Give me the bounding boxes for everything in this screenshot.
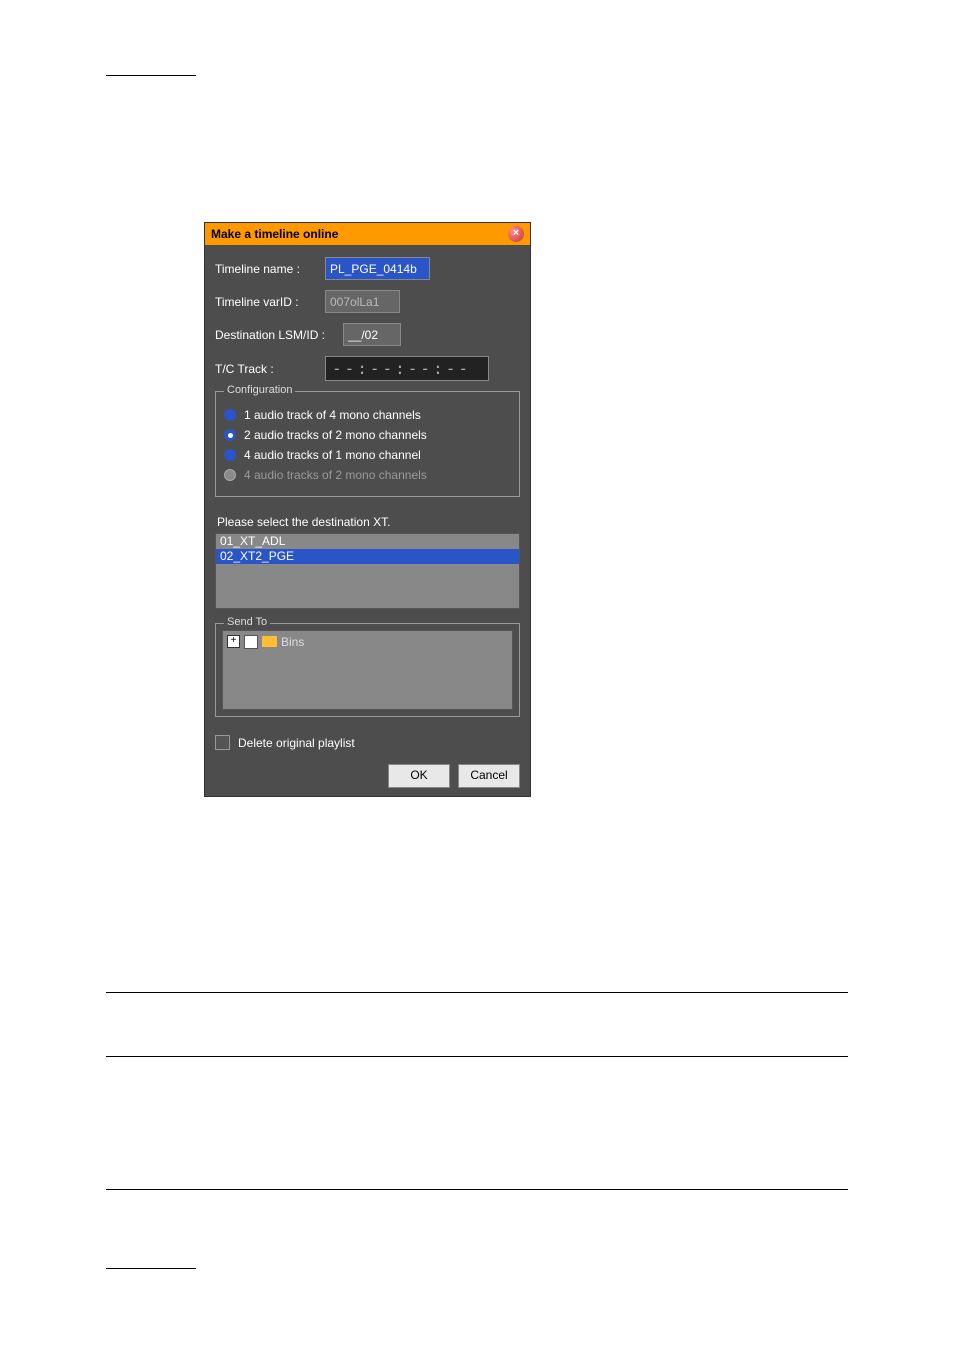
destination-item-0[interactable]: 01_XT_ADL — [216, 534, 519, 549]
tree-checkbox[interactable] — [244, 635, 258, 649]
configuration-legend: Configuration — [224, 384, 295, 396]
config-option-label: 2 audio tracks of 2 mono channels — [244, 428, 427, 442]
dialog-button-row: OK Cancel — [215, 764, 520, 788]
destination-lsmid-label: Destination LSM/ID : — [215, 328, 343, 342]
field-destination-lsmid: Destination LSM/ID : — [215, 323, 520, 346]
destination-instruction: Please select the destination XT. — [217, 515, 520, 529]
delete-original-row[interactable]: Delete original playlist — [215, 735, 520, 750]
make-timeline-online-dialog: Make a timeline online × Timeline name :… — [204, 222, 531, 797]
destination-item-1[interactable]: 02_XT2_PGE — [216, 549, 519, 564]
page-rule-bottom — [106, 1268, 196, 1269]
config-option-3: 4 audio tracks of 2 mono channels — [224, 468, 511, 482]
dialog-titlebar: Make a timeline online × — [205, 223, 530, 245]
radio-icon — [224, 449, 236, 461]
delete-original-label: Delete original playlist — [238, 736, 355, 750]
destination-list[interactable]: 01_XT_ADL 02_XT2_PGE — [215, 533, 520, 609]
config-option-label: 4 audio tracks of 2 mono channels — [244, 468, 427, 482]
timeline-varid-label: Timeline varID : — [215, 295, 325, 309]
page-rule-1 — [106, 992, 848, 993]
page-rule-2 — [106, 1056, 848, 1057]
send-to-legend: Send To — [224, 616, 270, 628]
dialog-title: Make a timeline online — [211, 223, 338, 245]
field-timeline-name: Timeline name : — [215, 257, 520, 280]
timeline-varid-input[interactable] — [325, 290, 400, 313]
config-option-1[interactable]: 2 audio tracks of 2 mono channels — [224, 428, 511, 442]
tree-expand-icon[interactable]: + — [227, 635, 240, 648]
close-icon[interactable]: × — [508, 226, 524, 242]
page-rule-3 — [106, 1189, 848, 1190]
radio-icon — [224, 429, 236, 441]
field-timeline-varid: Timeline varID : — [215, 290, 520, 313]
radio-icon — [224, 469, 236, 481]
send-to-tree[interactable]: + Bins — [222, 630, 513, 710]
tc-track-input[interactable] — [325, 356, 489, 381]
field-tc-track: T/C Track : — [215, 356, 520, 381]
folder-icon — [262, 636, 277, 647]
timeline-name-label: Timeline name : — [215, 262, 325, 276]
send-to-group: Send To + Bins — [215, 623, 520, 717]
cancel-button[interactable]: Cancel — [458, 764, 520, 788]
radio-icon — [224, 409, 236, 421]
config-option-0[interactable]: 1 audio track of 4 mono channels — [224, 408, 511, 422]
page-rule-top — [106, 75, 196, 76]
configuration-group: Configuration 1 audio track of 4 mono ch… — [215, 391, 520, 497]
config-option-label: 1 audio track of 4 mono channels — [244, 408, 421, 422]
ok-button[interactable]: OK — [388, 764, 450, 788]
dialog-body: Timeline name : Timeline varID : Destina… — [205, 245, 530, 796]
delete-original-checkbox[interactable] — [215, 735, 230, 750]
tc-track-label: T/C Track : — [215, 362, 325, 376]
destination-lsmid-input[interactable] — [343, 323, 401, 346]
config-option-label: 4 audio tracks of 1 mono channel — [244, 448, 421, 462]
timeline-name-input[interactable] — [325, 257, 430, 280]
config-option-2[interactable]: 4 audio tracks of 1 mono channel — [224, 448, 511, 462]
tree-root-label: Bins — [281, 635, 304, 649]
